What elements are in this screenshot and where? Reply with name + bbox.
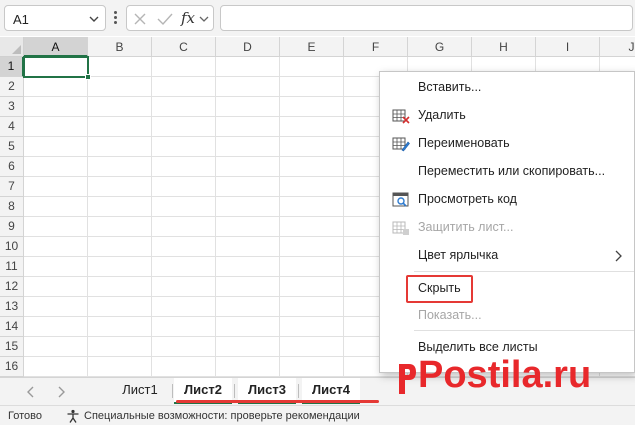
row-header-9[interactable]: 9	[0, 217, 24, 237]
column-header-g[interactable]: G	[408, 37, 472, 57]
column-header-b[interactable]: B	[88, 37, 152, 57]
menu-item-label: Переместить или скопировать...	[418, 164, 606, 178]
column-header-e[interactable]: E	[280, 37, 344, 57]
chevron-left-icon[interactable]	[26, 386, 36, 398]
formula-buttons: fx	[126, 5, 214, 31]
select-all-corner[interactable]	[0, 37, 24, 57]
menu-item-tab-color[interactable]: Цвет ярлычка	[380, 244, 635, 268]
row-header-10[interactable]: 10	[0, 237, 24, 257]
rename-sheet-icon	[392, 137, 410, 152]
row-header-6[interactable]: 6	[0, 157, 24, 177]
row-header-8[interactable]: 8	[0, 197, 24, 217]
row-header-3[interactable]: 3	[0, 97, 24, 117]
menu-item-insert[interactable]: Вставить...	[380, 76, 635, 100]
selected-tabs-underline	[176, 400, 379, 403]
column-header-f[interactable]: F	[344, 37, 408, 57]
menu-item-view-code[interactable]: Просмотреть код	[380, 188, 635, 212]
hide-highlight-box	[406, 275, 473, 303]
menu-item-label: Удалить	[418, 108, 466, 122]
menu-item-move-copy[interactable]: Переместить или скопировать...	[380, 160, 635, 184]
view-code-icon	[392, 192, 409, 207]
menu-item-protect-sheet[interactable]: Защитить лист...	[380, 216, 635, 240]
row-header-15[interactable]: 15	[0, 337, 24, 357]
column-header-a[interactable]: A	[24, 37, 88, 57]
formula-input[interactable]	[220, 5, 633, 31]
column-header-h[interactable]: H	[472, 37, 536, 57]
status-bar: Готово Специальные возможности: проверьт…	[0, 405, 635, 425]
postila-logo-icon	[399, 364, 416, 394]
watermark: Postila.ru	[396, 354, 626, 408]
row-header-16[interactable]: 16	[0, 357, 24, 377]
chevron-right-icon[interactable]	[56, 386, 66, 398]
protect-sheet-icon	[392, 221, 409, 235]
row-header-12[interactable]: 12	[0, 277, 24, 297]
menu-item-label: Переименовать	[418, 136, 510, 150]
column-header-i[interactable]: I	[536, 37, 600, 57]
fill-handle[interactable]	[85, 74, 91, 80]
accessibility-status[interactable]: Специальные возможности: проверьте реком…	[84, 410, 360, 422]
menu-item-label: Цвет ярлычка	[418, 248, 499, 262]
row-header-7[interactable]: 7	[0, 177, 24, 197]
chevron-down-icon[interactable]	[88, 13, 100, 25]
formula-bar: A1 fx	[0, 0, 635, 36]
row-header-1[interactable]: 1	[0, 57, 24, 77]
delete-sheet-icon	[392, 109, 410, 124]
sheet-context-menu: Вставить... Удалить Переименовать Переме…	[379, 71, 635, 373]
menu-item-label: Вставить...	[418, 80, 482, 94]
menu-item-unhide[interactable]: Показать...	[380, 304, 635, 328]
name-box-value: A1	[13, 12, 29, 27]
row-header-13[interactable]: 13	[0, 297, 24, 317]
menu-item-delete[interactable]: Удалить	[380, 104, 635, 128]
row-header-11[interactable]: 11	[0, 257, 24, 277]
row-header-2[interactable]: 2	[0, 77, 24, 97]
status-ready: Готово	[8, 410, 42, 422]
chevron-right-icon	[615, 250, 622, 262]
cancel-entry-icon[interactable]	[133, 12, 147, 26]
column-header-c[interactable]: C	[152, 37, 216, 57]
confirm-entry-icon[interactable]	[157, 12, 173, 26]
menu-item-label: Показать...	[418, 308, 482, 322]
accessibility-icon[interactable]	[66, 409, 80, 423]
column-header-d[interactable]: D	[216, 37, 280, 57]
row-header-5[interactable]: 5	[0, 137, 24, 157]
more-options-icon[interactable]	[114, 11, 118, 25]
name-box[interactable]: A1	[4, 5, 106, 31]
menu-item-rename[interactable]: Переименовать	[380, 132, 635, 156]
menu-item-label: Защитить лист...	[418, 220, 514, 234]
row-header-14[interactable]: 14	[0, 317, 24, 337]
chevron-down-icon[interactable]	[199, 14, 209, 24]
row-header-4[interactable]: 4	[0, 117, 24, 137]
insert-function-icon[interactable]: fx	[181, 9, 195, 27]
menu-item-label: Выделить все листы	[418, 340, 538, 354]
column-header-j[interactable]: J	[600, 37, 635, 57]
watermark-text: Postila.ru	[418, 354, 592, 396]
menu-item-label: Просмотреть код	[418, 192, 517, 206]
active-cell-a1[interactable]	[23, 56, 91, 80]
sheet-tab-1[interactable]: Лист1	[110, 378, 170, 404]
